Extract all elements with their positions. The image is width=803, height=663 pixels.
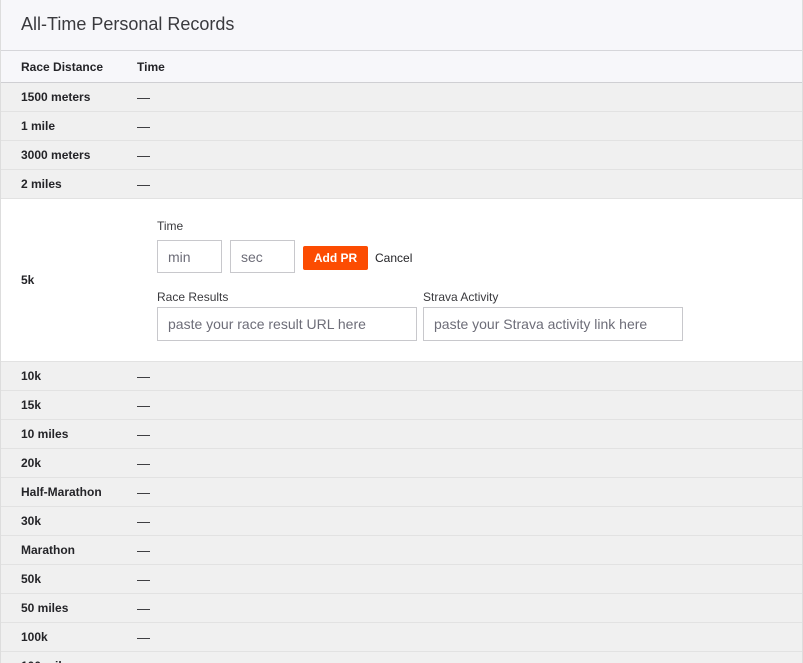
race-results-label: Race Results	[157, 290, 229, 304]
cancel-link[interactable]: Cancel	[375, 246, 412, 270]
table-row[interactable]: 100 miles—	[1, 652, 802, 663]
race-distance-cell: 20k	[21, 456, 42, 470]
rows-before-group: 1500 meters — 1 mile — 3000 meters — 2 miles —	[1, 83, 802, 199]
table-body: 1500 meters —1 mile —3000 meters —2 miles — …	[1, 83, 802, 663]
table-row[interactable]: 20k —	[1, 449, 802, 478]
race-distance-cell: Marathon	[21, 543, 75, 557]
time-cell: —	[137, 118, 150, 134]
table-row[interactable]: 10 miles —	[1, 420, 802, 449]
strava-activity-label: Strava Activity	[423, 290, 499, 304]
strava-activity-link-input[interactable]	[423, 307, 683, 341]
panel-title: All-Time Personal Records	[21, 13, 235, 34]
time-cell: —	[137, 147, 150, 163]
add-pr-button[interactable]: Add PR	[303, 246, 368, 270]
time-cell: —	[137, 397, 150, 413]
table-row[interactable]: 100k —	[1, 623, 802, 652]
personal-records-panel: All-Time Personal Records Race Distance …	[0, 0, 803, 663]
table-row[interactable]: 1500 meters —	[1, 83, 802, 112]
race-distance-cell: 1 mile	[21, 119, 56, 133]
race-distance-cell: 15k	[21, 398, 42, 412]
race-distance-cell: 100k	[21, 630, 48, 644]
race-distance-cell: 2 miles	[21, 177, 62, 191]
column-header-race-distance: Race Distance	[21, 59, 104, 74]
time-cell: —	[137, 89, 150, 105]
race-results-url-input[interactable]	[157, 307, 417, 341]
table-row[interactable]: 50 miles —	[1, 594, 802, 623]
table-row[interactable]: 1 mile —	[1, 112, 802, 141]
race-distance-cell: 10k	[21, 369, 42, 383]
time-cell: —	[137, 426, 150, 442]
rows-after-group: 10k —15k —10 miles —20k — Half-Marathon —30k — M…	[1, 362, 802, 663]
time-cell: —	[137, 513, 150, 529]
column-header-time: Time	[137, 59, 165, 74]
race-distance-cell: 3000 meters	[21, 148, 91, 162]
time-cell: —	[137, 659, 802, 663]
table-row[interactable]: Marathon —	[1, 536, 802, 565]
race-distance-cell: 50k	[21, 572, 42, 586]
table-row[interactable]: 2 miles —	[1, 170, 802, 199]
race-distance-cell: 1500 meters	[21, 90, 91, 104]
minutes-input[interactable]	[157, 240, 222, 273]
time-cell: —	[137, 368, 150, 384]
table-row[interactable]: 30k —	[1, 507, 802, 536]
time-cell: —	[137, 629, 150, 645]
table-header: Race Distance Time	[1, 51, 802, 83]
race-distance-cell: 100 miles	[1, 659, 137, 663]
time-cell: —	[137, 484, 150, 500]
time-cell: —	[137, 571, 150, 587]
race-distance-cell: 10 miles	[21, 427, 69, 441]
pr-edit-row-5k: 5k Time Add PR Cancel Race Results Strav…	[1, 199, 802, 362]
race-distance-cell: 30k	[21, 514, 42, 528]
table-row[interactable]: 10k —	[1, 362, 802, 391]
table-row[interactable]: Half-Marathon —	[1, 478, 802, 507]
table-row[interactable]: 3000 meters —	[1, 141, 802, 170]
race-distance-cell: Half-Marathon	[21, 485, 102, 499]
table-row[interactable]: 15k —	[1, 391, 802, 420]
time-label: Time	[157, 219, 184, 233]
race-distance-cell: 50 miles	[21, 601, 69, 615]
time-cell: —	[137, 542, 150, 558]
time-cell: —	[137, 455, 150, 471]
seconds-input[interactable]	[230, 240, 295, 273]
time-cell: —	[137, 600, 150, 616]
time-cell: —	[137, 176, 150, 192]
edit-row-distance: 5k	[21, 273, 35, 287]
table-row[interactable]: 50k —	[1, 565, 802, 594]
panel-header: All-Time Personal Records	[1, 0, 802, 51]
